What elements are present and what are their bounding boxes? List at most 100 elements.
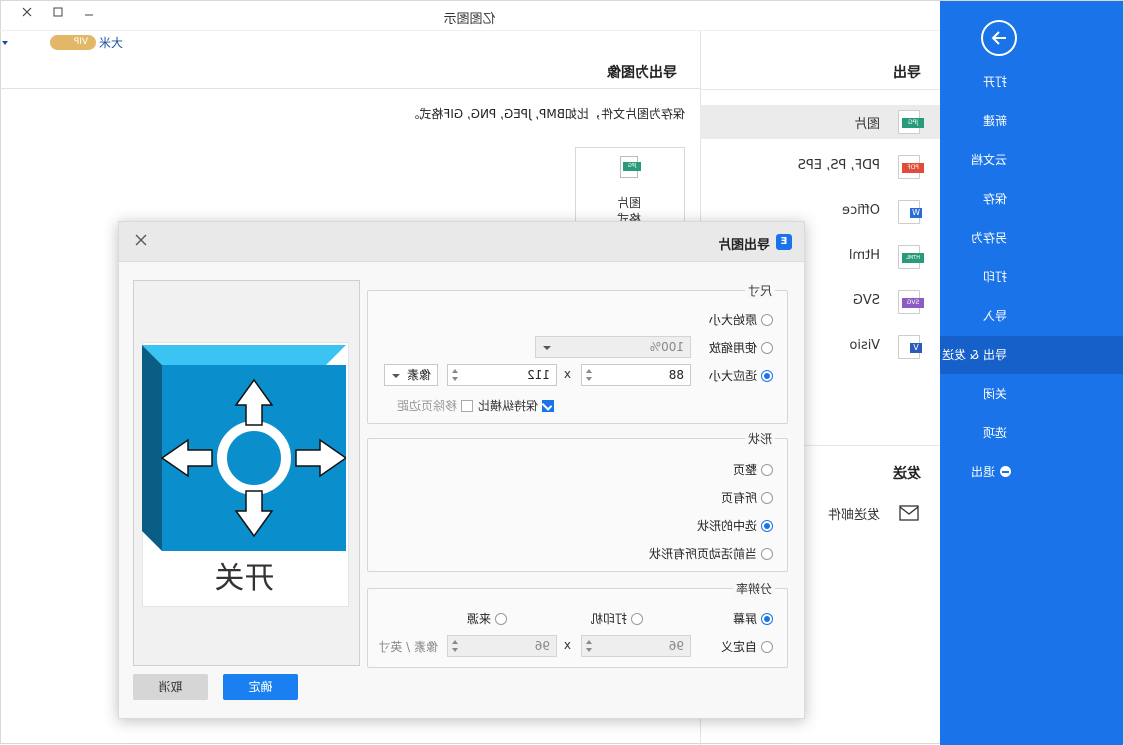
size-group: 尺寸 原始大小 使用缩放 100% 适应大小 88 x 112 像素 保持纵横比… xyxy=(367,282,788,424)
page-title: 导出为图像 xyxy=(607,65,677,81)
resolution-legend: 分辨率 xyxy=(732,580,775,597)
dpi-x-value: 96 xyxy=(668,639,684,653)
spinner-icon[interactable] xyxy=(586,368,592,382)
minimize-button[interactable] xyxy=(81,6,97,22)
dpi-y-input[interactable]: 96 xyxy=(447,635,557,657)
height-input[interactable]: 112 xyxy=(447,364,557,386)
radio-whole-page[interactable]: 整页 xyxy=(733,461,773,478)
radio-label: 原始大小 xyxy=(708,313,757,327)
radio-active-page-shapes[interactable]: 当前活动页所有形状 xyxy=(649,545,773,562)
export-image-dialog: E 导出图片 尺寸 原始大小 使用缩放 100% 适应大小 88 x 112 像… xyxy=(118,221,805,719)
ok-button[interactable]: 确定 xyxy=(223,674,298,700)
sidebar-item-label: 选项 xyxy=(982,426,1007,440)
close-window-button[interactable] xyxy=(19,6,35,22)
radio-original-size[interactable]: 原始大小 xyxy=(709,311,773,328)
radio-indicator xyxy=(631,613,643,625)
export-item-label: 图片 xyxy=(853,117,880,132)
radio-selected-shape[interactable]: 选中的形状 xyxy=(697,517,773,534)
export-item-label: Html xyxy=(848,248,880,263)
x-separator: x xyxy=(563,638,571,652)
sidebar-item-import[interactable]: 导入 xyxy=(940,297,1123,335)
maximize-button[interactable] xyxy=(50,6,66,22)
cancel-button[interactable]: 取消 xyxy=(133,674,208,700)
minimize-icon xyxy=(85,14,93,16)
size-legend: 尺寸 xyxy=(744,282,775,299)
radio-label: 自定义 xyxy=(720,640,757,654)
file-tag: SVG xyxy=(902,298,924,308)
shape-group: 形状 整页 所有页 选中的形状 当前活动页所有形状 xyxy=(367,430,788,572)
radio-printer[interactable]: 打印机 xyxy=(591,610,643,627)
width-input[interactable]: 88 xyxy=(581,364,691,386)
pdf-file-icon: PDF xyxy=(898,155,924,179)
sidebar-item-exit[interactable]: 退出 xyxy=(940,453,1123,491)
sidebar-item-save-as[interactable]: 另存为 xyxy=(940,219,1123,257)
resolution-group: 分辨率 屏幕 打印机 来源 自定义 96 x 96 像素 / 英寸 xyxy=(367,580,788,668)
window-title: 亿图图示 xyxy=(443,12,496,27)
radio-screen[interactable]: 屏幕 xyxy=(733,610,773,627)
file-tag: JPG xyxy=(902,118,924,128)
image-format-card[interactable]: JPG 图片 格式 xyxy=(575,147,685,229)
radio-custom[interactable]: 自定义 xyxy=(721,638,773,655)
radio-indicator xyxy=(495,613,507,625)
radio-label: 使用缩放 xyxy=(708,341,757,355)
sidebar-item-open[interactable]: 打开 xyxy=(940,63,1123,101)
radio-source[interactable]: 来源 xyxy=(467,610,507,627)
export-header: 导出 xyxy=(893,65,921,81)
file-tag: JPG xyxy=(623,162,641,171)
export-item-label: PDF, PS, EPS xyxy=(797,158,880,173)
sidebar-item-label: 导入 xyxy=(982,309,1007,323)
checkbox-label: 保持纵横比 xyxy=(477,399,538,413)
spinner-icon[interactable] xyxy=(586,639,592,653)
radio-fit-size[interactable]: 适应大小 xyxy=(709,367,773,384)
dialog-close-button[interactable] xyxy=(134,232,148,251)
keep-ratio-checkbox[interactable]: 保持纵横比 xyxy=(478,397,554,414)
radio-label: 整页 xyxy=(732,463,757,477)
export-item-pdf[interactable]: PDF PDF, PS, EPS xyxy=(700,150,940,184)
spinner-icon[interactable] xyxy=(452,368,458,382)
unit-select[interactable]: 像素 xyxy=(384,364,438,386)
dpi-unit-label: 像素 / 英寸 xyxy=(378,640,438,654)
sidebar-item-options[interactable]: 选项 xyxy=(940,414,1123,452)
zoom-select[interactable]: 100% xyxy=(535,336,691,358)
radio-indicator xyxy=(761,641,773,653)
radio-label: 来源 xyxy=(466,612,491,626)
back-button[interactable] xyxy=(981,20,1017,56)
preview-canvas: 开关 xyxy=(142,342,349,607)
checkbox-label: 移除页边距 xyxy=(396,399,457,413)
radio-all-pages[interactable]: 所有页 xyxy=(721,489,773,506)
sidebar-item-label: 关闭 xyxy=(982,387,1007,401)
width-value: 88 xyxy=(668,368,684,382)
file-tag: HTML xyxy=(902,253,924,263)
radio-label: 屏幕 xyxy=(732,612,757,626)
x-separator: x xyxy=(563,367,571,381)
sidebar-item-label: 新建 xyxy=(982,114,1007,128)
file-tag: PDF xyxy=(902,163,924,173)
dpi-x-input[interactable]: 96 xyxy=(581,635,691,657)
checkbox-indicator xyxy=(542,400,554,412)
export-item-image[interactable]: JPG 图片 xyxy=(700,105,940,139)
send-item-label: 发送邮件 xyxy=(827,508,880,523)
sidebar-item-label: 打印 xyxy=(982,270,1007,284)
html-file-icon: HTML xyxy=(898,245,924,269)
backstage-sidebar: 打开 新建 云文档 保存 另存为 打印 导入 导出 & 发送 关闭 选项 退出 xyxy=(940,1,1123,745)
sidebar-item-print[interactable]: 打印 xyxy=(940,258,1123,296)
remove-margin-checkbox[interactable]: 移除页边距 xyxy=(397,397,473,414)
sidebar-item-close[interactable]: 关闭 xyxy=(940,375,1123,413)
radio-indicator xyxy=(761,464,773,476)
arrow-right-icon xyxy=(991,31,1006,45)
shape-legend: 形状 xyxy=(744,430,775,447)
radio-indicator xyxy=(761,520,773,532)
sidebar-item-new[interactable]: 新建 xyxy=(940,102,1123,140)
file-tag: V xyxy=(910,343,922,353)
sidebar-item-cloud-docs[interactable]: 云文档 xyxy=(940,141,1123,179)
radio-indicator xyxy=(761,613,773,625)
sidebar-item-export-send[interactable]: 导出 & 发送 xyxy=(940,336,1123,374)
radio-use-zoom[interactable]: 使用缩放 xyxy=(709,339,773,356)
file-tag: W xyxy=(910,208,922,218)
export-description: 保存为图片文件，比如BMP, JPEG, PNG, GIF格式。 xyxy=(407,107,685,121)
sidebar-item-save[interactable]: 保存 xyxy=(940,180,1123,218)
height-value: 112 xyxy=(527,368,550,382)
app-logo-icon: E xyxy=(776,234,792,250)
spinner-icon[interactable] xyxy=(452,639,458,653)
radio-label: 所有页 xyxy=(720,491,757,505)
